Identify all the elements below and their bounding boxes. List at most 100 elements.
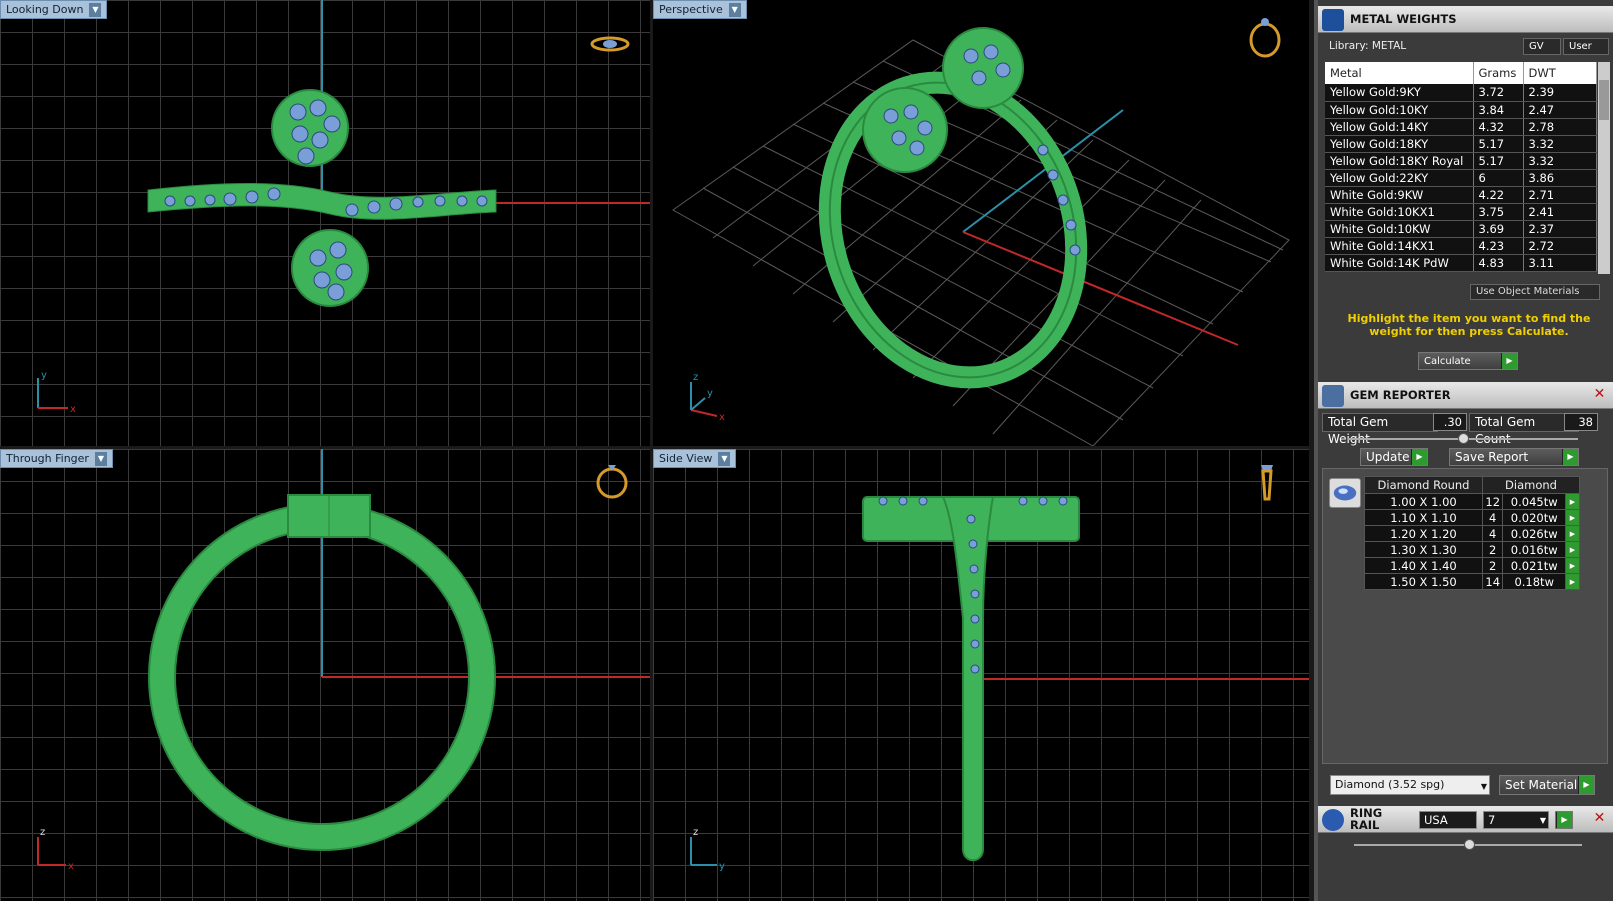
slider-knob[interactable] (1464, 839, 1475, 850)
table-row[interactable]: White Gold:9KW 4.22 2.71 (1325, 186, 1597, 204)
cell-count: 4 (1481, 525, 1504, 542)
cell-count: 2 (1481, 557, 1504, 574)
axis-y-label: y (719, 861, 725, 872)
chevron-down-icon: ▼ (1480, 782, 1487, 791)
metal-weights-table: Metal Grams DWT Yellow Gold:9KY 3.72 2.39 Y… (1325, 62, 1597, 272)
cell-dwt: 2.78 (1523, 118, 1597, 136)
cell-grams: 5.17 (1473, 152, 1524, 170)
play-icon[interactable]: ▶ (1565, 557, 1580, 574)
cell-dwt: 2.71 (1523, 186, 1597, 204)
gem-row[interactable]: 1.30 X 1.30 2 0.016tw ▶ (1364, 541, 1580, 558)
update-button[interactable]: Update ▶ (1360, 448, 1428, 466)
table-row[interactable]: White Gold:14K PdW 4.83 3.11 (1325, 254, 1597, 272)
table-row[interactable]: Yellow Gold:9KY 3.72 2.39 (1325, 84, 1597, 102)
cell-metal: Yellow Gold:22KY (1325, 169, 1474, 187)
viewport-side-view[interactable]: Side View ▼ z y (653, 449, 1309, 901)
viewport-label-through-finger[interactable]: Through Finger ▼ (0, 449, 113, 468)
table-row[interactable]: White Gold:10KW 3.69 2.37 (1325, 220, 1597, 238)
gem-row[interactable]: 1.20 X 1.20 4 0.026tw ▶ (1364, 525, 1580, 542)
save-report-label: Save Report (1455, 450, 1529, 464)
cell-metal: White Gold:14KX1 (1325, 237, 1474, 255)
chevron-down-icon[interactable]: ▼ (94, 451, 107, 466)
table-row[interactable]: Yellow Gold:18KY Royal 5.17 3.32 (1325, 152, 1597, 170)
col-metal[interactable]: Metal (1325, 62, 1474, 84)
set-material-label: Set Material (1505, 778, 1578, 792)
set-material-button[interactable]: Set Material ▶ (1499, 775, 1595, 795)
cell-grams: 4.22 (1473, 186, 1524, 204)
col-dwt[interactable]: DWT (1523, 62, 1597, 84)
viewport-perspective[interactable]: Perspective ▼ zy x (653, 0, 1309, 446)
use-object-materials-checkbox[interactable]: Use Object Materials (1470, 284, 1600, 300)
gv-toggle[interactable]: GV (1523, 38, 1561, 55)
calculate-button[interactable]: Calculate ▶ (1418, 352, 1518, 370)
ring-rail-go-button[interactable]: ▶ (1555, 811, 1573, 829)
ring-rail-icon (1322, 809, 1344, 831)
play-icon[interactable]: ▶ (1565, 525, 1580, 542)
cell-metal: Yellow Gold:18KY (1325, 135, 1474, 153)
close-icon[interactable]: ✕ (1592, 387, 1607, 402)
metal-weights-header: METAL WEIGHTS (1318, 6, 1613, 33)
table-row[interactable]: Yellow Gold:22KY 6 3.86 (1325, 169, 1597, 187)
ring-size-select[interactable]: 7 ▼ (1483, 811, 1549, 829)
cell-metal: Yellow Gold:9KY (1325, 84, 1474, 102)
table-row[interactable]: Yellow Gold:14KY 4.32 2.78 (1325, 118, 1597, 136)
play-icon[interactable]: ▶ (1565, 509, 1580, 526)
viewport-looking-down[interactable]: Looking Down ▼ yx (0, 0, 650, 446)
gem-row[interactable]: 1.00 X 1.00 12 0.045tw ▶ (1364, 493, 1580, 510)
metal-table-scrollbar[interactable] (1598, 62, 1610, 274)
table-row[interactable]: White Gold:14KX1 4.23 2.72 (1325, 237, 1597, 255)
chevron-down-icon[interactable]: ▼ (89, 2, 102, 17)
cell-metal: Yellow Gold:14KY (1325, 118, 1474, 136)
gem-row[interactable]: 1.50 X 1.50 14 0.18tw ▶ (1364, 573, 1580, 590)
ring-side-view (862, 496, 1309, 862)
cell-metal: White Gold:14K PdW (1325, 254, 1474, 272)
table-row[interactable]: Yellow Gold:10KY 3.84 2.47 (1325, 101, 1597, 119)
total-gem-count-label: Total Gem Count (1469, 413, 1579, 446)
save-report-button[interactable]: Save Report ▶ (1449, 448, 1579, 466)
gv-label: GV (1529, 41, 1544, 52)
gem-row[interactable]: 1.40 X 1.40 2 0.021tw ▶ (1364, 557, 1580, 574)
chevron-down-icon[interactable]: ▼ (728, 2, 741, 17)
ring-region-select[interactable]: USA (1419, 811, 1477, 829)
play-icon[interactable]: ▶ (1565, 573, 1580, 590)
viewport-label-looking-down[interactable]: Looking Down ▼ (0, 0, 108, 19)
table-row[interactable]: White Gold:10KX1 3.75 2.41 (1325, 203, 1597, 221)
user-toggle[interactable]: User (1563, 38, 1609, 55)
cell-dwt: 3.86 (1523, 169, 1597, 187)
ring-top-icon (590, 36, 630, 52)
col-grams[interactable]: Grams (1473, 62, 1524, 84)
cell-grams: 5.17 (1473, 135, 1524, 153)
chevron-down-icon: ▼ (1539, 816, 1546, 825)
axis-x-label: x (70, 404, 76, 415)
axis-gizmo: zy x (690, 372, 725, 422)
gem-slider[interactable] (1348, 433, 1578, 444)
cell-size: 1.10 X 1.10 (1364, 509, 1483, 526)
cell-dwt: 3.32 (1523, 135, 1597, 153)
viewport-label-text: Through Finger (6, 452, 89, 465)
panel-title: GEM REPORTER (1350, 388, 1451, 402)
viewport-label-side-view[interactable]: Side View ▼ (653, 449, 737, 468)
play-icon[interactable]: ▶ (1565, 541, 1580, 558)
axis-x-label: x (719, 412, 725, 422)
cell-dwt: 3.32 (1523, 152, 1597, 170)
play-icon[interactable]: ▶ (1565, 493, 1580, 510)
app-window: Looking Down ▼ y x Perspective ▼ zyx Thro… (0, 0, 1613, 901)
material-select-value: Diamond (3.52 spg) (1335, 778, 1445, 791)
cell-grams: 4.23 (1473, 237, 1524, 255)
ring-front-view (148, 449, 650, 851)
material-select[interactable]: Diamond (3.52 spg) ▼ (1330, 775, 1490, 795)
axis-z-label: z (693, 827, 698, 838)
scrollbar-thumb[interactable] (1599, 80, 1609, 120)
chevron-down-icon[interactable]: ▼ (718, 451, 731, 466)
cell-tw: 0.045tw (1502, 493, 1566, 510)
ring-rail-slider[interactable] (1354, 839, 1582, 850)
viewport-through-finger[interactable]: Through Finger ▼ zx (0, 449, 650, 901)
table-row[interactable]: Yellow Gold:18KY 5.17 3.32 (1325, 135, 1597, 153)
play-icon: ▶ (1578, 776, 1594, 794)
viewport-label-text: Looking Down (6, 3, 84, 16)
slider-knob[interactable] (1458, 433, 1469, 444)
gem-row[interactable]: 1.10 X 1.10 4 0.020tw ▶ (1364, 509, 1580, 526)
viewport-label-perspective[interactable]: Perspective ▼ (653, 0, 747, 19)
close-icon[interactable]: ✕ (1592, 811, 1607, 826)
cell-metal: Yellow Gold:10KY (1325, 101, 1474, 119)
